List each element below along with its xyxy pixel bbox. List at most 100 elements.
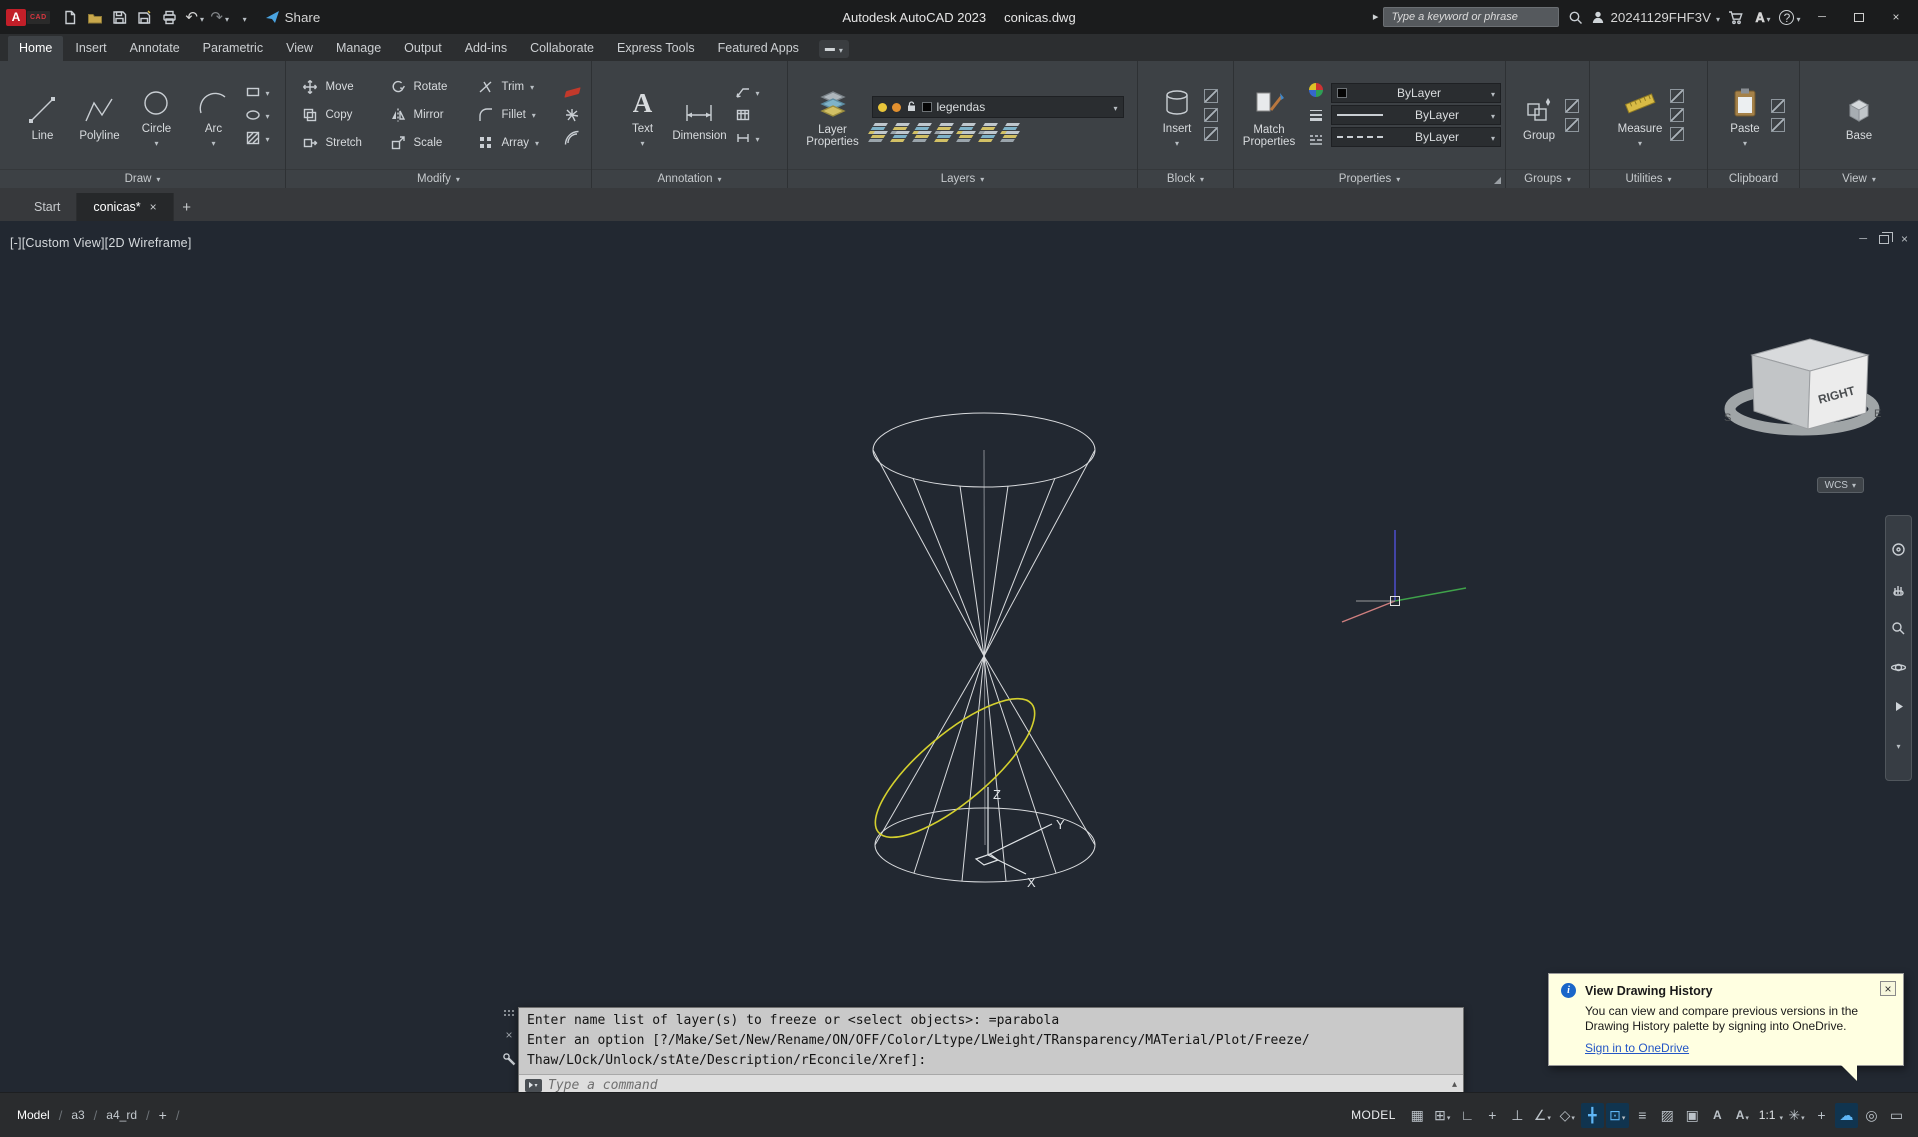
layer-color-swatch[interactable] xyxy=(921,102,932,112)
command-drag-grip[interactable] xyxy=(502,1009,516,1018)
match-properties-button[interactable]: Match Properties xyxy=(1238,82,1300,148)
object-color-select[interactable]: ByLayer xyxy=(1331,83,1501,103)
onedrive-signin-link[interactable]: Sign in to OneDrive xyxy=(1585,1041,1689,1055)
properties-dialog-launcher-icon[interactable] xyxy=(1494,177,1501,184)
layer-off-tool-icon[interactable] xyxy=(872,123,888,126)
trim-tool-button[interactable]: Trim xyxy=(472,78,560,96)
command-close-icon[interactable] xyxy=(505,1029,512,1041)
layer-on-icon[interactable] xyxy=(877,102,887,112)
qat-customize-button[interactable] xyxy=(234,4,256,30)
arc-tool-button[interactable]: Arc xyxy=(186,81,240,150)
panel-label-block[interactable]: Block xyxy=(1138,169,1233,188)
tab-express-tools[interactable]: Express Tools xyxy=(606,36,706,61)
layer-unlock-tool-icon[interactable] xyxy=(938,131,954,134)
maximize-window-icon[interactable] xyxy=(1843,0,1875,34)
rectangle-tool-button[interactable] xyxy=(243,83,269,101)
mirror-tool-button[interactable]: Mirror xyxy=(384,106,472,124)
close-window-icon[interactable] xyxy=(1880,0,1912,34)
snap-toggle-icon[interactable] xyxy=(1431,1103,1454,1128)
panel-label-layers[interactable]: Layers xyxy=(788,169,1137,188)
ellipse-tool-button[interactable] xyxy=(243,106,269,124)
annotation-scale-select[interactable]: 1:1 xyxy=(1756,1103,1783,1128)
color-wheel-icon[interactable] xyxy=(1306,81,1325,99)
tab-featured-apps[interactable]: Featured Apps xyxy=(707,36,810,61)
search-icon[interactable] xyxy=(1564,4,1586,30)
ungroup-button[interactable] xyxy=(1565,98,1579,113)
scale-tool-button[interactable]: Scale xyxy=(384,134,472,152)
cart-icon[interactable] xyxy=(1725,4,1747,30)
linetype-list-icon[interactable] xyxy=(1306,131,1325,149)
tab-insert[interactable]: Insert xyxy=(64,36,117,61)
search-input[interactable] xyxy=(1383,7,1560,27)
text-tool-button[interactable]: Text xyxy=(619,81,665,150)
save-button[interactable] xyxy=(109,4,131,30)
layout-tab-a4rd[interactable]: a4_rd xyxy=(99,1108,144,1122)
share-button[interactable]: Share xyxy=(265,4,320,30)
isometric-drafting-icon[interactable] xyxy=(1556,1103,1579,1128)
layer-state-tool-icon[interactable] xyxy=(1004,123,1020,126)
minimize-window-icon[interactable] xyxy=(1806,0,1838,34)
table-tool-button[interactable] xyxy=(733,106,759,124)
selection-cycling-icon[interactable] xyxy=(1681,1103,1704,1128)
group-edit-button[interactable] xyxy=(1565,117,1579,132)
lineweight-select[interactable]: ByLayer xyxy=(1331,105,1501,125)
panel-label-properties[interactable]: Properties xyxy=(1234,169,1505,188)
polar-tracking-icon[interactable] xyxy=(1531,1103,1554,1128)
command-history-expand-icon[interactable] xyxy=(1452,1080,1457,1090)
tab-view[interactable]: View xyxy=(275,36,324,61)
ortho-toggle-icon[interactable] xyxy=(1506,1103,1529,1128)
layer-walk-tool-icon[interactable] xyxy=(982,131,998,134)
dynamic-input-icon[interactable] xyxy=(1481,1103,1504,1128)
redo-button[interactable] xyxy=(209,4,231,30)
workspace-switching-icon[interactable] xyxy=(1785,1103,1808,1128)
layer-lock-tool-icon[interactable] xyxy=(938,123,954,126)
layer-thaw-icon[interactable] xyxy=(891,102,901,112)
pan-icon[interactable] xyxy=(1889,580,1908,599)
viewport-restore-icon[interactable] xyxy=(1878,231,1893,244)
panel-label-view[interactable]: View xyxy=(1800,169,1918,188)
model-space-toggle[interactable]: MODEL xyxy=(1351,1108,1396,1122)
user-account-button[interactable]: 20241129FHF3V xyxy=(1591,4,1720,30)
quick-calc-button[interactable] xyxy=(1670,108,1684,122)
layer-on-tool-icon[interactable] xyxy=(872,131,888,134)
customize-wrench-icon[interactable] xyxy=(502,1052,516,1071)
ribbon-display-toggle[interactable] xyxy=(818,40,849,58)
layout-tab-a3[interactable]: a3 xyxy=(64,1108,91,1122)
copy-clip-button[interactable] xyxy=(1771,117,1785,132)
new-drawing-tab-button[interactable] xyxy=(174,193,200,221)
navbar-more-icon[interactable] xyxy=(1889,737,1908,756)
tab-output[interactable]: Output xyxy=(393,36,453,61)
orbit-icon[interactable] xyxy=(1889,658,1908,677)
linetype-select[interactable]: ByLayer xyxy=(1331,127,1501,147)
id-point-button[interactable] xyxy=(1670,127,1684,141)
notification-close-icon[interactable] xyxy=(1880,981,1896,996)
viewport-minimize-icon[interactable] xyxy=(1859,234,1867,245)
layer-isolate-tool-icon[interactable] xyxy=(894,123,910,126)
command-options-icon[interactable] xyxy=(525,1078,542,1092)
grid-toggle-icon[interactable] xyxy=(1406,1103,1429,1128)
open-file-button[interactable] xyxy=(84,4,106,30)
drawing-history-cloud-icon[interactable] xyxy=(1835,1102,1858,1128)
lineweight-list-icon[interactable] xyxy=(1306,106,1325,124)
lineweight-toggle-icon[interactable] xyxy=(1631,1103,1654,1128)
infer-constraints-icon[interactable] xyxy=(1456,1103,1479,1128)
explode-tool-button[interactable] xyxy=(563,106,582,124)
osnap-tracking-icon[interactable] xyxy=(1580,1102,1604,1128)
tab-manage[interactable]: Manage xyxy=(325,36,392,61)
layer-select[interactable]: legendas xyxy=(871,96,1124,118)
undo-button[interactable] xyxy=(184,4,206,30)
command-history[interactable]: Enter name list of layer(s) to freeze or… xyxy=(519,1008,1463,1074)
tab-collaborate[interactable]: Collaborate xyxy=(519,36,605,61)
layer-copy-tool-icon[interactable] xyxy=(960,131,976,134)
panel-label-utilities[interactable]: Utilities xyxy=(1590,169,1707,188)
array-tool-button[interactable]: Array xyxy=(472,134,560,152)
showmotion-icon[interactable] xyxy=(1889,697,1908,716)
file-tab-conicas[interactable]: conicas* xyxy=(77,193,174,221)
layer-thaw-tool-icon[interactable] xyxy=(916,131,932,134)
rotate-tool-button[interactable]: Rotate xyxy=(384,78,472,96)
circle-tool-button[interactable]: Circle xyxy=(129,81,183,150)
annotation-autoscale-icon[interactable] xyxy=(1731,1103,1754,1128)
insert-block-button[interactable]: Insert xyxy=(1153,81,1201,150)
autocad-logo-icon[interactable] xyxy=(6,8,50,26)
transparency-toggle-icon[interactable] xyxy=(1656,1103,1679,1128)
